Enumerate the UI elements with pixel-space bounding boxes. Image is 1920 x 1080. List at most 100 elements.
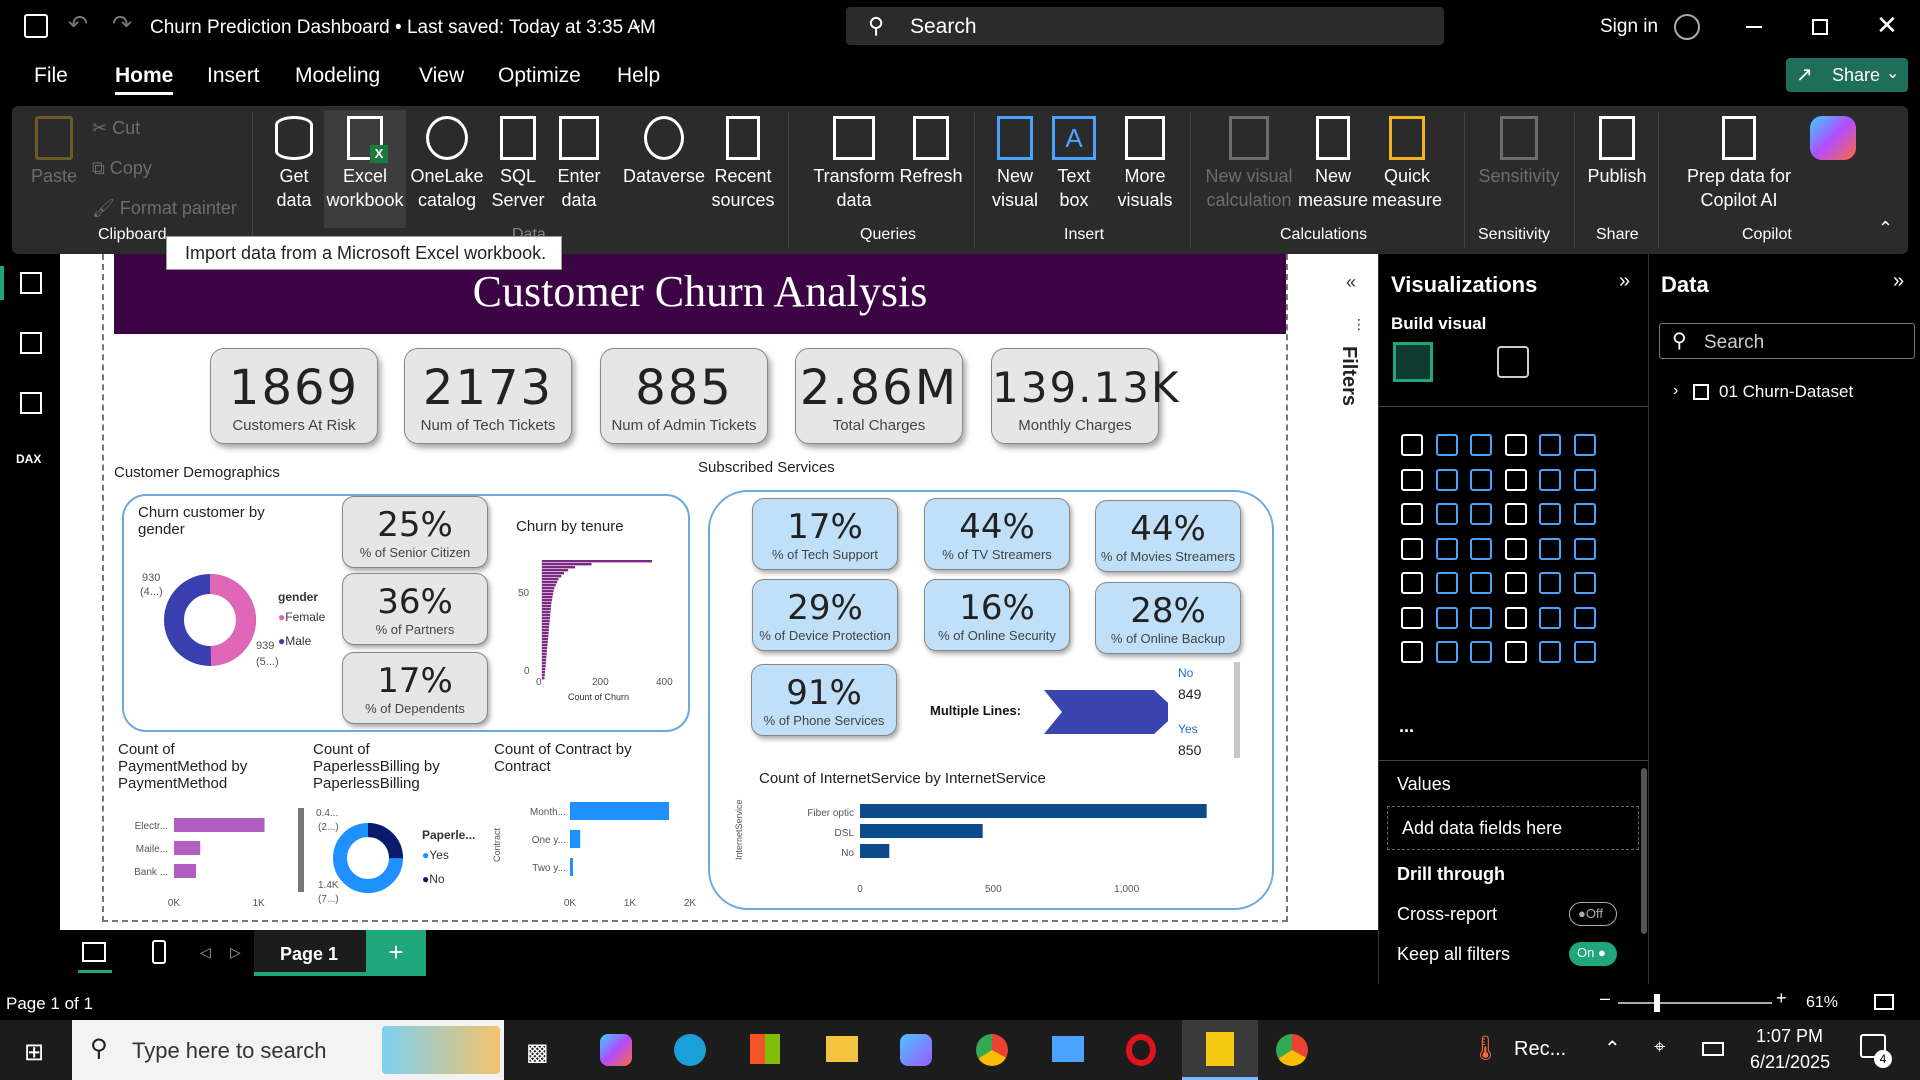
prep-data-copilot-button[interactable]: Prep data for Copilot AI	[1668, 116, 1810, 212]
tenure-bar[interactable]	[542, 566, 575, 569]
100-column-icon[interactable]	[1573, 434, 1596, 456]
tenure-bar[interactable]	[542, 593, 553, 596]
report-view-icon[interactable]	[20, 272, 42, 294]
zoom-in-icon[interactable]: +	[1776, 988, 1787, 1009]
kpi-card[interactable]: 2.86M Total Charges	[795, 348, 963, 444]
undo-icon[interactable]: ↶	[68, 10, 88, 39]
dataverse-button[interactable]: Dataverse	[616, 116, 712, 188]
100-bar-icon[interactable]	[1539, 434, 1561, 456]
tenure-bar[interactable]	[542, 569, 569, 572]
power-apps-icon[interactable]	[1435, 641, 1458, 663]
sql-server-button[interactable]: SQL Server	[490, 116, 546, 212]
tenure-bar[interactable]	[542, 581, 558, 584]
arrow-chevron-icon[interactable]	[1573, 641, 1596, 663]
more-visuals-ellipsis[interactable]: ...	[1399, 716, 1414, 737]
decomposition-tree-icon[interactable]	[1470, 606, 1492, 629]
paperless-donut-chart[interactable]	[328, 818, 408, 898]
pct-card[interactable]: 36%% of Partners	[342, 573, 488, 645]
menu-optimize[interactable]: Optimize	[498, 64, 581, 88]
publish-button[interactable]: Publish	[1584, 116, 1650, 188]
metrics-icon[interactable]	[1504, 641, 1527, 663]
enter-data-button[interactable]: Enter data	[552, 116, 606, 212]
format-painter-button[interactable]: 🖌 Format painter	[92, 196, 237, 220]
gender-donut-chart[interactable]	[160, 570, 260, 670]
expand-filters-icon[interactable]: «	[1346, 272, 1356, 293]
payment-bar[interactable]	[174, 818, 265, 832]
tenure-bar[interactable]	[542, 662, 546, 665]
thermometer-icon[interactable]: 🌡	[1470, 1034, 1500, 1063]
collapse-viz-icon[interactable]: »	[1619, 270, 1630, 293]
pct-card[interactable]: 44%% of Movies Streamers	[1095, 500, 1241, 572]
build-visual-tab-icon[interactable]	[1393, 342, 1433, 382]
legend-female[interactable]: ●Female	[278, 610, 325, 624]
multi-row-card-icon[interactable]	[1401, 572, 1423, 594]
copilot-button[interactable]	[1802, 116, 1864, 164]
model-view-icon[interactable]	[20, 392, 42, 414]
tenure-bar[interactable]	[542, 602, 552, 605]
close-icon[interactable]: ✕	[1876, 10, 1898, 41]
contract-bar[interactable]	[570, 830, 581, 848]
map-icon[interactable]	[1435, 537, 1458, 560]
tenure-bar[interactable]	[542, 560, 652, 563]
matrix-icon[interactable]	[1539, 572, 1561, 594]
internet-service-chart[interactable]: Fiber optic DSL No 0 500 1,000	[760, 798, 1210, 896]
collapse-ribbon-icon[interactable]: ⌃	[1878, 218, 1893, 239]
contract-chart[interactable]: Month... One y... Two y... 0K 1K 2K	[516, 796, 696, 910]
format-visual-tab-icon[interactable]	[1497, 346, 1529, 378]
paperless-scrollbar[interactable]	[298, 808, 304, 892]
trophy-icon[interactable]	[1573, 606, 1596, 629]
new-measure-button[interactable]: New measure	[1298, 116, 1368, 212]
fit-to-page-icon[interactable]	[1874, 994, 1894, 1010]
chrome-profile-icon[interactable]	[1276, 1034, 1308, 1066]
copilot-taskbar-icon[interactable]	[600, 1034, 632, 1066]
treemap-icon[interactable]	[1401, 537, 1423, 560]
tenure-bar[interactable]	[542, 584, 556, 587]
diamond-icon[interactable]	[1539, 641, 1561, 663]
more-visuals-button[interactable]: More visuals	[1106, 116, 1184, 212]
maximize-icon[interactable]	[1812, 19, 1828, 35]
tenure-bar[interactable]	[542, 632, 549, 635]
contract-bar[interactable]	[570, 802, 669, 820]
menu-file[interactable]: File	[34, 64, 68, 88]
show-hidden-icons[interactable]: ⌃	[1604, 1036, 1621, 1061]
previous-page-icon[interactable]: ◁	[200, 944, 211, 961]
recording-label[interactable]: Rec...	[1514, 1038, 1566, 1061]
pct-card[interactable]: 44%% of TV Streamers	[924, 498, 1070, 570]
share-button[interactable]: ↗ Share ⌄	[1786, 58, 1908, 92]
copy-button[interactable]: ⧉ Copy	[92, 156, 152, 180]
tenure-bar[interactable]	[542, 635, 549, 638]
store-icon[interactable]	[750, 1034, 780, 1064]
new-visual-button[interactable]: New visual	[982, 116, 1048, 212]
tenure-bar[interactable]	[542, 653, 547, 656]
tenure-bar[interactable]	[542, 608, 551, 611]
line-column-icon[interactable]	[1539, 468, 1561, 491]
card-icon[interactable]	[1573, 537, 1596, 560]
avatar[interactable]	[1674, 14, 1700, 40]
legend-male[interactable]: ●Male	[278, 634, 311, 648]
tenure-bar[interactable]	[542, 623, 550, 626]
tenure-bar[interactable]	[542, 659, 547, 662]
tenure-bar[interactable]	[542, 638, 549, 641]
clustered-bar-icon[interactable]	[1470, 434, 1492, 456]
paginated-icon[interactable]	[1401, 641, 1423, 663]
waterfall-icon[interactable]	[1401, 503, 1423, 525]
expand-table-icon[interactable]: ›	[1673, 382, 1678, 400]
legend-yes[interactable]: ●Yes	[422, 848, 449, 862]
clock-date[interactable]: 6/21/2025	[1750, 1052, 1830, 1073]
tenure-bar[interactable]	[542, 656, 547, 659]
stacked-area-icon[interactable]	[1470, 468, 1492, 491]
search-box[interactable]: ⚲ Search	[846, 7, 1444, 45]
zoom-level[interactable]: 61%	[1806, 994, 1838, 1012]
transform-data-button[interactable]: Transform data	[802, 116, 906, 212]
menu-help[interactable]: Help	[617, 64, 660, 88]
tenure-bar[interactable]	[542, 611, 551, 614]
pct-card[interactable]: 91%% of Phone Services	[751, 664, 897, 736]
values-drop-zone[interactable]: Add data fields here	[1387, 806, 1639, 850]
line-icon[interactable]	[1401, 468, 1423, 491]
mobile-layout-icon[interactable]	[152, 940, 166, 964]
tenure-bar[interactable]	[542, 578, 559, 581]
pct-card[interactable]: 25%% of Senior Citizen	[342, 496, 488, 568]
ribbon-icon[interactable]	[1573, 468, 1596, 491]
pct-card[interactable]: 16%% of Online Security	[924, 579, 1070, 651]
tenure-bar[interactable]	[542, 641, 548, 644]
